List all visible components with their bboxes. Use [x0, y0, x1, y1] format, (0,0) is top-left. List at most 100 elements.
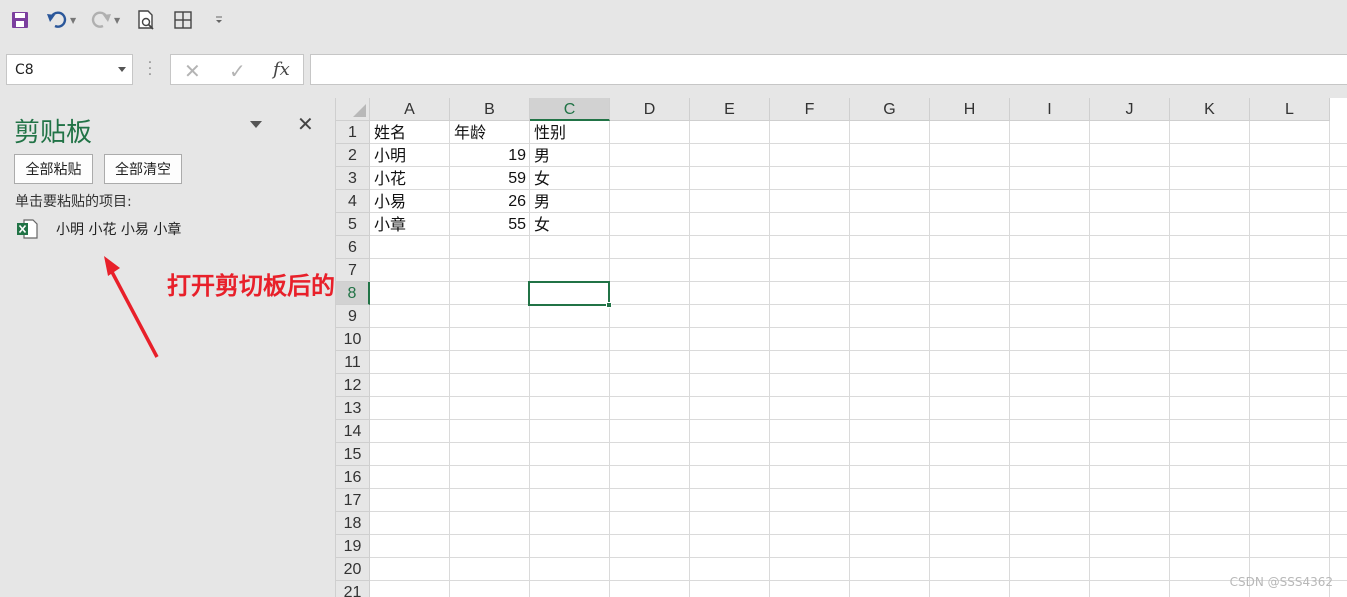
cell-a5[interactable]: 小章 — [370, 213, 450, 236]
grid-line — [1089, 121, 1090, 597]
clipboard-item[interactable]: 小明 小花 小易 小章 — [14, 216, 314, 240]
cell-b3[interactable]: 59 — [450, 167, 530, 190]
column-header-h[interactable]: H — [930, 98, 1010, 121]
row-header-19[interactable]: 19 — [336, 535, 370, 558]
cell-a3[interactable]: 小花 — [370, 167, 450, 190]
active-cell[interactable] — [528, 281, 610, 306]
print-preview-icon — [138, 10, 154, 30]
row-header-1[interactable]: 1 — [336, 121, 370, 144]
grid-line — [370, 373, 1347, 374]
formula-bar-grip-icon[interactable]: · · · — [147, 56, 153, 82]
column-header-k[interactable]: K — [1170, 98, 1250, 121]
column-header-g[interactable]: G — [850, 98, 930, 121]
row-header-4[interactable]: 4 — [336, 190, 370, 213]
row-header-10[interactable]: 10 — [336, 328, 370, 351]
grid-line — [370, 258, 1347, 259]
clipboard-pane: 剪贴板 ✕ 全部粘贴 全部清空 单击要粘贴的项目: 小明 小花 小易 小章 — [0, 96, 334, 597]
pane-hint: 单击要粘贴的项目: — [15, 194, 132, 210]
cell-a4[interactable]: 小易 — [370, 190, 450, 213]
grid-line — [370, 557, 1347, 558]
redo-button[interactable]: ▼ — [90, 8, 120, 32]
redo-dropdown-icon[interactable]: ▼ — [114, 16, 120, 25]
clipboard-item-text: 小明 小花 小易 小章 — [56, 222, 182, 238]
cell-c1[interactable]: 性别 — [530, 121, 610, 144]
undo-dropdown-icon[interactable]: ▼ — [70, 16, 76, 25]
fill-handle[interactable] — [606, 302, 612, 308]
undo-button[interactable]: ▼ — [46, 8, 76, 32]
worksheet-grid[interactable]: A B C D E F G H I J K L 1 2 3 4 5 6 7 8 9 10 11 12 13 14 15 16 17 18 1… — [335, 98, 1347, 597]
row-header-13[interactable]: 13 — [336, 397, 370, 420]
paste-all-button[interactable]: 全部粘贴 — [14, 154, 93, 184]
cell-c2[interactable]: 男 — [530, 144, 610, 167]
row-header-14[interactable]: 14 — [336, 420, 370, 443]
column-header-i[interactable]: I — [1010, 98, 1090, 121]
select-all-button[interactable] — [336, 98, 370, 121]
column-header-f[interactable]: F — [770, 98, 850, 121]
save-icon — [12, 12, 28, 28]
column-header-j[interactable]: J — [1090, 98, 1170, 121]
grid-line — [370, 281, 1347, 282]
borders-icon — [174, 11, 192, 29]
grid-line — [769, 121, 770, 597]
name-box-dropdown-icon[interactable] — [118, 67, 126, 72]
cell-a2[interactable]: 小明 — [370, 144, 450, 167]
insert-function-icon[interactable]: fx — [273, 59, 290, 80]
grid-line — [1329, 121, 1330, 597]
row-header-6[interactable]: 6 — [336, 236, 370, 259]
row-header-17[interactable]: 17 — [336, 489, 370, 512]
cancel-icon[interactable]: ✕ — [184, 59, 201, 83]
customize-icon — [216, 16, 222, 23]
grid-line — [370, 465, 1347, 466]
grid-line — [849, 121, 850, 597]
print-preview-button[interactable] — [136, 8, 156, 32]
cell-a1[interactable]: 姓名 — [370, 121, 450, 144]
column-header-l[interactable]: L — [1250, 98, 1330, 121]
grid-line — [1249, 121, 1250, 597]
cell-b1[interactable]: 年龄 — [450, 121, 530, 144]
enter-icon[interactable]: ✓ — [229, 59, 246, 83]
name-box-value: C8 — [15, 62, 34, 78]
row-header-7[interactable]: 7 — [336, 259, 370, 282]
column-header-d[interactable]: D — [610, 98, 690, 121]
grid-line — [929, 121, 930, 597]
customize-toolbar-button[interactable] — [214, 8, 224, 32]
grid-line — [370, 350, 1347, 351]
name-box[interactable]: C8 — [6, 54, 133, 85]
row-header-15[interactable]: 15 — [336, 443, 370, 466]
column-header-c[interactable]: C — [530, 98, 610, 121]
row-header-12[interactable]: 12 — [336, 374, 370, 397]
excel-icon — [17, 219, 38, 239]
row-header-16[interactable]: 16 — [336, 466, 370, 489]
borders-button[interactable] — [173, 8, 193, 32]
grid-line — [370, 580, 1347, 581]
grid-line — [1169, 121, 1170, 597]
row-header-2[interactable]: 2 — [336, 144, 370, 167]
grid-line — [370, 419, 1347, 420]
cell-c3[interactable]: 女 — [530, 167, 610, 190]
grid-line — [1009, 121, 1010, 597]
cell-c5[interactable]: 女 — [530, 213, 610, 236]
row-header-3[interactable]: 3 — [336, 167, 370, 190]
row-header-21[interactable]: 21 — [336, 581, 370, 597]
row-header-9[interactable]: 9 — [336, 305, 370, 328]
save-button[interactable] — [10, 8, 30, 32]
clear-all-button[interactable]: 全部清空 — [104, 154, 182, 184]
excel-window: ▼ ▼ C8 · · · ✕ ✓ fx 剪贴板 ✕ 全部粘贴 全部清空 单击要粘… — [0, 0, 1347, 597]
row-header-11[interactable]: 11 — [336, 351, 370, 374]
row-header-8[interactable]: 8 — [336, 282, 370, 305]
watermark: CSDN @SSS4362 — [1229, 575, 1333, 589]
cell-b2[interactable]: 19 — [450, 144, 530, 167]
cell-c4[interactable]: 男 — [530, 190, 610, 213]
pane-options-icon[interactable] — [250, 121, 262, 128]
close-icon[interactable]: ✕ — [297, 112, 314, 136]
row-header-18[interactable]: 18 — [336, 512, 370, 535]
row-header-20[interactable]: 20 — [336, 558, 370, 581]
cell-b5[interactable]: 55 — [450, 213, 530, 236]
formula-input[interactable] — [310, 54, 1347, 85]
column-header-b[interactable]: B — [450, 98, 530, 121]
column-header-e[interactable]: E — [690, 98, 770, 121]
cell-b4[interactable]: 26 — [450, 190, 530, 213]
row-header-5[interactable]: 5 — [336, 213, 370, 236]
column-header-a[interactable]: A — [370, 98, 450, 121]
grid-line — [370, 304, 1347, 305]
